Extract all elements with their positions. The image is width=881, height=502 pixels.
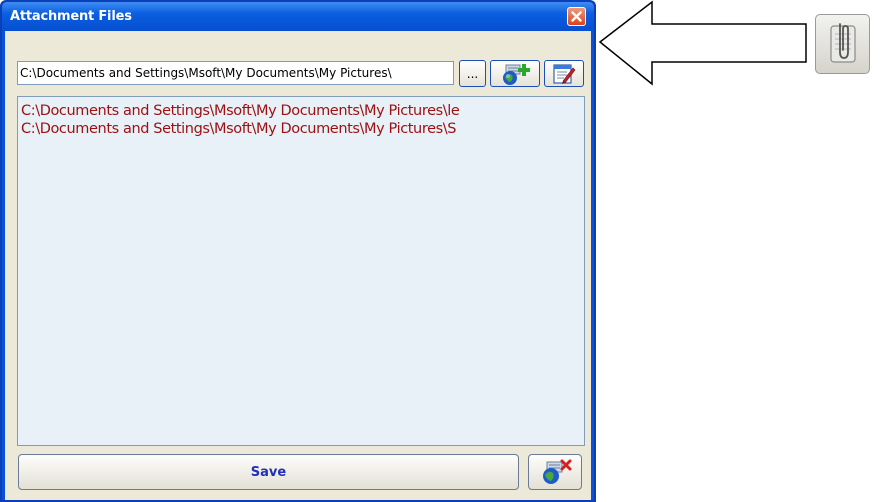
paperclip-icon: [829, 23, 856, 63]
attachment-button[interactable]: [815, 14, 870, 74]
browse-button[interactable]: ...: [459, 60, 486, 87]
add-attachment-icon: [503, 63, 530, 85]
browse-button-label: ...: [466, 66, 479, 81]
edit-icon: [553, 63, 576, 84]
callout-arrow: [598, 0, 807, 86]
window-title: Attachment Files: [10, 9, 132, 24]
remove-attachment-button[interactable]: [528, 454, 582, 490]
list-item[interactable]: C:\Documents and Settings\Msoft\My Docum…: [18, 120, 584, 138]
attachment-file-list[interactable]: C:\Documents and Settings\Msoft\My Docum…: [17, 96, 585, 446]
close-button[interactable]: [567, 7, 586, 26]
title-bar[interactable]: Attachment Files: [2, 2, 594, 31]
file-path-input[interactable]: C:\Documents and Settings\Msoft\My Docum…: [17, 61, 454, 85]
save-button[interactable]: Save: [18, 454, 519, 490]
save-button-label: Save: [250, 464, 287, 480]
edit-button[interactable]: [544, 60, 584, 87]
remove-attachment-icon: [543, 459, 572, 484]
add-attachment-button[interactable]: [490, 60, 540, 87]
close-icon: [571, 11, 582, 22]
file-path-value: C:\Documents and Settings\Msoft\My Docum…: [20, 66, 392, 80]
list-item[interactable]: C:\Documents and Settings\Msoft\My Docum…: [18, 102, 584, 120]
